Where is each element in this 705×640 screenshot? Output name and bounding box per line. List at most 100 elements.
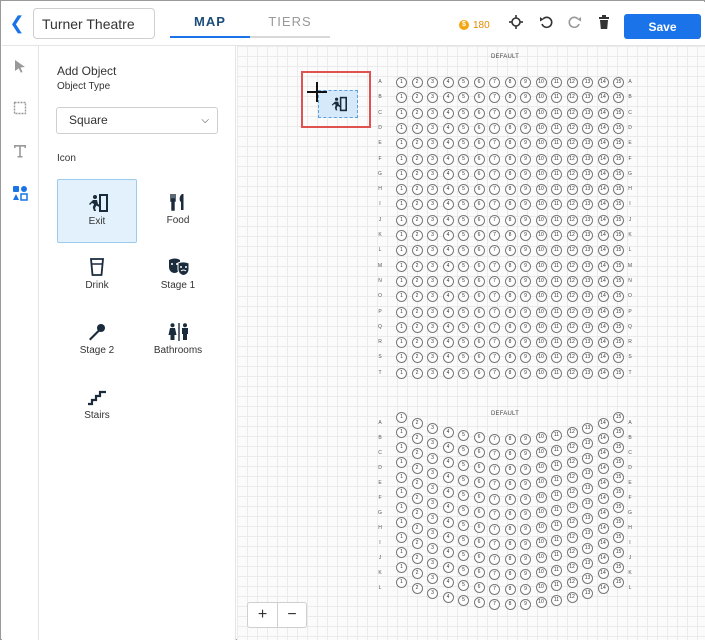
seat[interactable]: 12 xyxy=(566,352,578,364)
seat[interactable]: 5 xyxy=(458,337,469,349)
seat[interactable]: 8 xyxy=(504,275,516,287)
seat[interactable]: 3 xyxy=(427,572,438,584)
seat[interactable]: 11 xyxy=(551,153,562,165)
seat[interactable]: 10 xyxy=(535,153,547,165)
seat[interactable]: 2 xyxy=(411,230,423,241)
seat[interactable]: 5 xyxy=(458,107,469,119)
seat[interactable]: 8 xyxy=(504,321,516,333)
seat[interactable]: 15 xyxy=(613,412,624,423)
seat[interactable]: 15 xyxy=(613,457,624,468)
seat[interactable]: 14 xyxy=(597,275,609,287)
seat[interactable]: 1 xyxy=(396,547,407,558)
seat[interactable]: 14 xyxy=(597,199,609,211)
seat[interactable]: 13 xyxy=(582,572,593,584)
seat[interactable]: 12 xyxy=(566,501,578,513)
seat[interactable]: 3 xyxy=(427,527,438,539)
seat[interactable]: 10 xyxy=(535,321,547,333)
seat[interactable]: 1 xyxy=(396,502,407,513)
seat[interactable]: 3 xyxy=(427,337,438,349)
seat[interactable]: 1 xyxy=(396,230,407,241)
seat[interactable]: 5 xyxy=(458,459,469,471)
seat[interactable]: 8 xyxy=(504,554,516,565)
seat[interactable]: 3 xyxy=(427,92,438,104)
seat[interactable]: 6 xyxy=(473,77,485,88)
seat[interactable]: 8 xyxy=(504,524,516,535)
tab-tiers[interactable]: TIERS xyxy=(250,8,330,38)
seat[interactable]: 15 xyxy=(613,199,624,211)
seat[interactable]: 13 xyxy=(582,482,593,494)
seat[interactable]: 11 xyxy=(551,489,562,501)
seat[interactable]: 4 xyxy=(442,153,454,165)
seat[interactable]: 12 xyxy=(566,107,578,119)
seat[interactable]: 10 xyxy=(535,447,547,459)
seat[interactable]: 14 xyxy=(597,367,609,379)
seat[interactable]: 7 xyxy=(489,598,500,610)
seat[interactable]: 10 xyxy=(535,492,547,504)
seat[interactable]: 1 xyxy=(396,214,407,226)
seat[interactable]: 1 xyxy=(396,472,407,483)
seat[interactable]: 4 xyxy=(442,199,454,211)
seat[interactable]: 5 xyxy=(458,168,469,180)
seat[interactable]: 8 xyxy=(504,260,516,272)
seat[interactable]: 5 xyxy=(458,138,469,150)
seat[interactable]: 9 xyxy=(520,153,531,165)
seat[interactable]: 6 xyxy=(473,492,485,504)
seat[interactable]: 4 xyxy=(442,291,454,303)
seat[interactable]: 15 xyxy=(613,153,624,165)
seat[interactable]: 10 xyxy=(535,214,547,226)
seat[interactable]: 10 xyxy=(535,275,547,287)
icon-option-stage-1[interactable]: Stage 1 xyxy=(138,244,218,308)
seat[interactable]: 5 xyxy=(458,306,469,318)
seat[interactable]: 3 xyxy=(427,512,438,524)
pointer-icon[interactable] xyxy=(9,58,31,80)
seat[interactable]: 13 xyxy=(582,497,593,509)
seat[interactable]: 13 xyxy=(582,512,593,524)
seat[interactable]: 4 xyxy=(442,471,454,483)
seat[interactable]: 1 xyxy=(396,306,407,318)
seat[interactable]: 6 xyxy=(473,245,485,257)
seat[interactable]: 11 xyxy=(551,230,562,241)
seat[interactable]: 8 xyxy=(504,479,516,490)
seat[interactable]: 6 xyxy=(473,522,485,534)
seat[interactable]: 11 xyxy=(551,474,562,486)
seat[interactable]: 12 xyxy=(566,214,578,226)
seat[interactable]: 15 xyxy=(613,291,624,303)
seat[interactable]: 9 xyxy=(520,77,531,88)
redo-icon[interactable] xyxy=(566,15,584,33)
seat[interactable]: 11 xyxy=(551,459,562,471)
icon-option-drink[interactable]: Drink xyxy=(57,244,137,308)
seat[interactable]: 8 xyxy=(504,599,516,610)
seat[interactable]: 6 xyxy=(473,168,485,180)
seat[interactable]: 11 xyxy=(551,352,562,364)
seat[interactable]: 4 xyxy=(442,214,454,226)
seat[interactable]: 8 xyxy=(504,92,516,104)
seat[interactable]: 9 xyxy=(520,230,531,241)
seat[interactable]: 2 xyxy=(411,522,423,534)
seat[interactable]: 11 xyxy=(551,594,562,606)
seat[interactable]: 13 xyxy=(582,168,593,180)
seat[interactable]: 6 xyxy=(473,367,485,379)
seat[interactable]: 1 xyxy=(396,367,407,379)
seat[interactable]: 8 xyxy=(504,122,516,134)
seat[interactable]: 13 xyxy=(582,77,593,88)
seat[interactable]: 8 xyxy=(504,494,516,505)
seat[interactable]: 14 xyxy=(597,552,609,564)
seat[interactable]: 7 xyxy=(489,199,500,211)
seat[interactable]: 1 xyxy=(396,291,407,303)
seat[interactable]: 4 xyxy=(442,107,454,119)
seat[interactable]: 9 xyxy=(520,433,531,445)
seat[interactable]: 9 xyxy=(520,553,531,565)
seat[interactable]: 8 xyxy=(504,509,516,520)
seat[interactable]: 4 xyxy=(442,321,454,333)
seat[interactable]: 9 xyxy=(520,523,531,535)
seat[interactable]: 8 xyxy=(504,569,516,580)
seat[interactable]: 9 xyxy=(520,352,531,364)
seat[interactable]: 3 xyxy=(427,77,438,88)
seat[interactable]: 12 xyxy=(566,230,578,241)
seat[interactable]: 12 xyxy=(566,153,578,165)
seat[interactable]: 9 xyxy=(520,508,531,520)
seat[interactable]: 14 xyxy=(597,352,609,364)
seat[interactable]: 12 xyxy=(566,245,578,257)
seat[interactable]: 8 xyxy=(504,214,516,226)
seat[interactable]: 2 xyxy=(411,77,423,88)
